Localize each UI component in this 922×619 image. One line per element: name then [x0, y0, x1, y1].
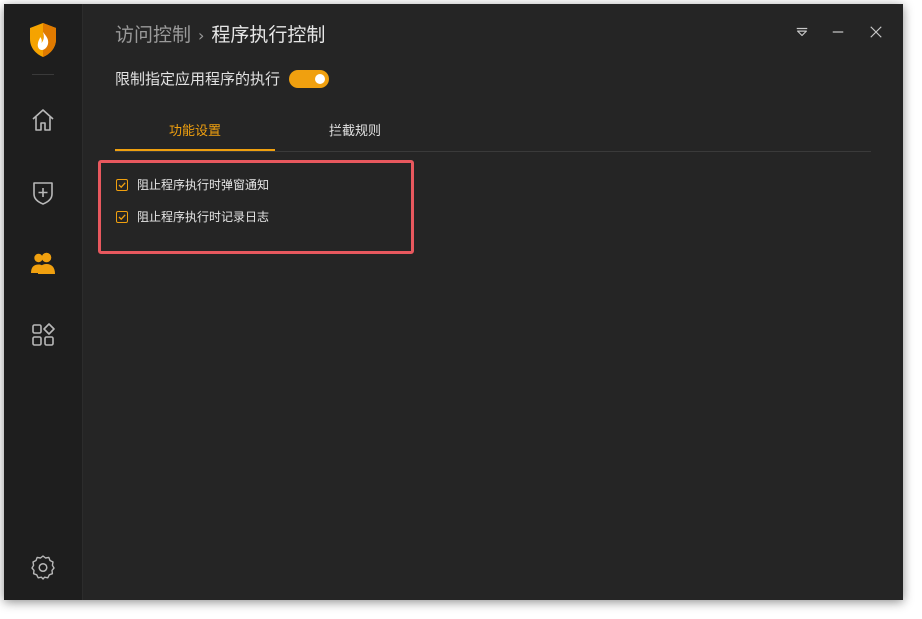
main-content: 访问控制 › 程序执行控制 限制指定应用程序的执行 功能设置 拦截规则 阻止程序… — [82, 4, 903, 600]
menu-dropdown-icon — [796, 27, 808, 37]
restrict-execution-row: 限制指定应用程序的执行 — [115, 68, 330, 89]
sidebar-divider — [32, 74, 54, 75]
sidebar — [4, 4, 83, 600]
page-title: 程序执行控制 — [211, 24, 326, 46]
sidebar-item-home[interactable] — [28, 105, 58, 135]
option-popup-notification[interactable]: 阻止程序执行时弹窗通知 — [116, 176, 269, 193]
breadcrumb-parent[interactable]: 访问控制 — [115, 24, 191, 46]
sidebar-item-access-control[interactable] — [28, 248, 58, 278]
app-logo-icon — [28, 22, 58, 58]
toggle-knob — [315, 73, 326, 84]
users-icon — [31, 252, 55, 274]
tab-block-rules[interactable]: 拦截规则 — [275, 114, 435, 150]
menu-dropdown-button[interactable] — [792, 22, 812, 42]
minimize-icon — [832, 31, 844, 33]
record-log-checkbox[interactable] — [116, 210, 128, 223]
restrict-execution-toggle[interactable] — [289, 69, 330, 88]
close-button[interactable] — [866, 22, 886, 42]
sidebar-item-tools[interactable] — [28, 320, 58, 350]
apps-icon — [32, 323, 55, 346]
sidebar-item-protection[interactable] — [28, 177, 58, 207]
option-record-log[interactable]: 阻止程序执行时记录日志 — [116, 208, 269, 225]
record-log-label: 阻止程序执行时记录日志 — [137, 210, 270, 224]
shield-plus-icon — [33, 182, 53, 205]
settings-icon — [31, 555, 55, 580]
restrict-execution-label: 限制指定应用程序的执行 — [115, 70, 281, 88]
minimize-button[interactable] — [828, 22, 848, 42]
tab-bar: 功能设置 拦截规则 — [115, 114, 871, 152]
app-window: 访问控制 › 程序执行控制 限制指定应用程序的执行 功能设置 拦截规则 阻止程序… — [4, 4, 903, 600]
tab-feature-settings[interactable]: 功能设置 — [115, 114, 275, 151]
checkmark-icon — [118, 181, 126, 188]
close-icon — [870, 26, 882, 38]
home-icon — [32, 109, 54, 131]
popup-notification-label: 阻止程序执行时弹窗通知 — [137, 178, 270, 192]
highlight-box — [98, 160, 414, 254]
breadcrumb-separator: › — [198, 26, 205, 45]
settings-button[interactable] — [28, 552, 58, 582]
popup-notification-checkbox[interactable] — [116, 178, 128, 191]
checkmark-icon — [118, 213, 126, 220]
breadcrumb: 访问控制 › 程序执行控制 — [115, 20, 325, 47]
